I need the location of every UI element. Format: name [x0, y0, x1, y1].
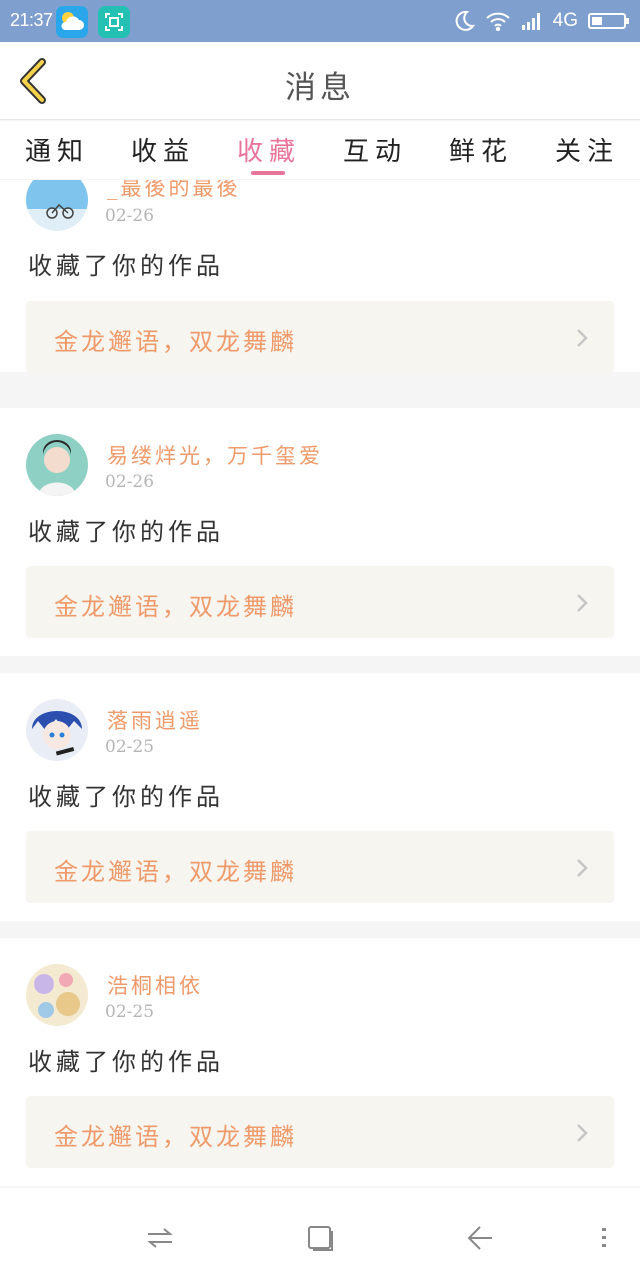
- list-item: _最後的最後 02-26 收藏了你的作品 金龙邂语，双龙舞麟: [0, 180, 640, 373]
- signal-icon: [521, 13, 540, 30]
- chevron-right-icon: [577, 1124, 588, 1142]
- avatar[interactable]: [26, 964, 88, 1026]
- tab-interaction[interactable]: 互动: [335, 131, 415, 168]
- tab-follow[interactable]: 关注: [547, 131, 627, 168]
- wifi-icon: [485, 12, 510, 31]
- date: 02-25: [105, 1002, 155, 1022]
- switch-button[interactable]: [140, 1220, 180, 1256]
- work-title: 金龙邂语，双龙舞麟: [54, 858, 297, 886]
- username[interactable]: 浩桐相依: [107, 970, 203, 1000]
- work-card[interactable]: 金龙邂语，双龙舞麟: [26, 831, 614, 903]
- system-nav-bar: [0, 1198, 640, 1280]
- status-bar: 21:37 4G: [0, 0, 640, 42]
- action-text: 收藏了你的作品: [28, 783, 224, 811]
- chevron-right-icon: [577, 329, 588, 347]
- switch-icon: [147, 1228, 173, 1248]
- back-arrow-icon: [467, 1226, 492, 1250]
- battery-icon: [588, 13, 629, 29]
- active-tab-indicator: [251, 171, 285, 175]
- username[interactable]: 易缕烊光，万千玺爱: [107, 440, 323, 470]
- date: 02-25: [105, 737, 155, 757]
- work-title: 金龙邂语，双龙舞麟: [54, 328, 297, 356]
- home-square-icon: [308, 1226, 333, 1251]
- action-text: 收藏了你的作品: [28, 1048, 224, 1076]
- weather-icon: [56, 6, 88, 38]
- work-title: 金龙邂语，双龙舞麟: [54, 593, 297, 621]
- list-item: 落雨逍遥 02-25 收藏了你的作品 金龙邂语，双龙舞麟: [0, 673, 640, 921]
- page-title: 消息: [285, 70, 355, 106]
- home-button[interactable]: [300, 1220, 340, 1256]
- app-header: 消息: [0, 42, 640, 120]
- scan-icon: [98, 6, 130, 38]
- username[interactable]: 落雨逍遥: [107, 705, 203, 735]
- menu-button[interactable]: [584, 1220, 624, 1256]
- back-nav-button[interactable]: [460, 1220, 500, 1256]
- list-item: [0, 1188, 640, 1198]
- action-text: 收藏了你的作品: [28, 518, 224, 546]
- tab-flowers[interactable]: 鲜花: [441, 131, 521, 168]
- chevron-right-icon: [577, 594, 588, 612]
- moon-icon: [455, 10, 475, 31]
- tab-earnings[interactable]: 收益: [123, 131, 203, 168]
- work-card[interactable]: 金龙邂语，双龙舞麟: [26, 1096, 614, 1168]
- message-list[interactable]: _最後的最後 02-26 收藏了你的作品 金龙邂语，双龙舞麟 易缕烊光，万千玺爱…: [0, 180, 640, 1198]
- list-item: 浩桐相依 02-25 收藏了你的作品 金龙邂语，双龙舞麟: [0, 938, 640, 1186]
- menu-dots-icon: [602, 1228, 606, 1247]
- tab-favorites[interactable]: 收藏: [229, 131, 309, 168]
- chevron-right-icon: [577, 859, 588, 877]
- username[interactable]: _最後的最後: [107, 180, 241, 202]
- avatar[interactable]: [26, 699, 88, 761]
- list-item: 易缕烊光，万千玺爱 02-26 收藏了你的作品 金龙邂语，双龙舞麟: [0, 408, 640, 656]
- tab-notice[interactable]: 通知: [17, 131, 97, 168]
- avatar[interactable]: [26, 180, 88, 231]
- status-time: 21:37: [10, 10, 53, 30]
- work-title: 金龙邂语，双龙舞麟: [54, 1123, 297, 1151]
- avatar[interactable]: [26, 434, 88, 496]
- work-card[interactable]: 金龙邂语，双龙舞麟: [26, 301, 614, 373]
- network-type: 4G: [552, 10, 578, 31]
- action-text: 收藏了你的作品: [28, 252, 224, 280]
- tab-bar: 通知 收益 收藏 互动 鲜花 关注: [0, 121, 640, 179]
- work-card[interactable]: 金龙邂语，双龙舞麟: [26, 566, 614, 638]
- date: 02-26: [105, 206, 155, 226]
- date: 02-26: [105, 472, 155, 492]
